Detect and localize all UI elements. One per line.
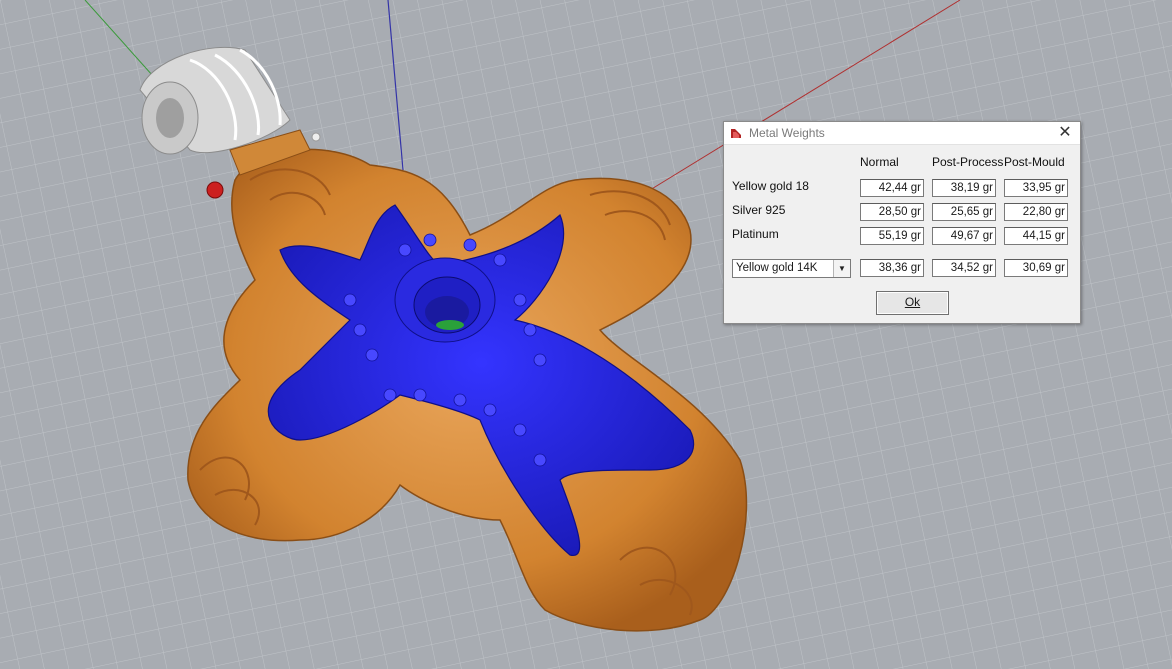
metal-select-dropdown[interactable]: Yellow gold 14K ▼ bbox=[732, 259, 851, 278]
column-header-normal: Normal bbox=[860, 155, 899, 169]
value-field[interactable]: 28,50 gr bbox=[860, 203, 924, 221]
value-field[interactable]: 33,95 gr bbox=[1004, 179, 1068, 197]
ok-button-label: Ok bbox=[904, 295, 921, 309]
value-field[interactable]: 44,15 gr bbox=[1004, 227, 1068, 245]
value-field[interactable]: 49,67 gr bbox=[932, 227, 996, 245]
row-label-silver-925: Silver 925 bbox=[732, 203, 786, 217]
metal-select-value: Yellow gold 14K bbox=[736, 262, 818, 274]
close-icon[interactable]: ✕ bbox=[1050, 122, 1080, 144]
dialog-titlebar[interactable]: Metal Weights ✕ bbox=[724, 122, 1080, 145]
value-field[interactable]: 38,36 gr bbox=[860, 259, 924, 277]
row-label-yellow-gold-18: Yellow gold 18 bbox=[732, 179, 809, 193]
value-field[interactable]: 55,19 gr bbox=[860, 227, 924, 245]
value-field[interactable]: 30,69 gr bbox=[1004, 259, 1068, 277]
value-field[interactable]: 25,65 gr bbox=[932, 203, 996, 221]
dialog-title: Metal Weights bbox=[749, 126, 825, 140]
value-field[interactable]: 34,52 gr bbox=[932, 259, 996, 277]
dropdown-arrow-icon[interactable]: ▼ bbox=[833, 260, 850, 277]
value-field[interactable]: 42,44 gr bbox=[860, 179, 924, 197]
3d-viewport[interactable] bbox=[0, 0, 1172, 669]
column-header-post-process: Post-Process bbox=[932, 155, 1004, 169]
ok-button[interactable]: Ok bbox=[876, 291, 949, 315]
red-marker bbox=[206, 181, 224, 199]
value-field[interactable]: 22,80 gr bbox=[1004, 203, 1068, 221]
metal-weights-dialog: Metal Weights ✕ Normal Post-Process Post… bbox=[723, 121, 1081, 324]
viewport-scene bbox=[0, 0, 1172, 669]
row-label-platinum: Platinum bbox=[732, 227, 779, 241]
column-header-post-mould: Post-Mould bbox=[1004, 155, 1065, 169]
ring-app-icon bbox=[731, 129, 741, 138]
value-field[interactable]: 38,19 gr bbox=[932, 179, 996, 197]
